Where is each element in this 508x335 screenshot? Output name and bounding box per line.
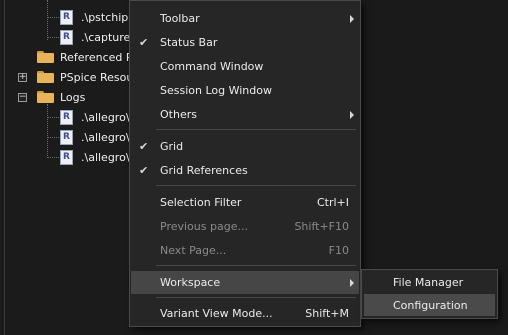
submenu-item-file-manager[interactable]: File Manager bbox=[364, 271, 495, 293]
menu-separator bbox=[156, 265, 356, 266]
tree-item-referenced[interactable]: Referenced P bbox=[37, 47, 133, 67]
tree-item-allegro[interactable]: R .\allegro\ bbox=[60, 127, 130, 147]
menu-item-label: Others bbox=[160, 108, 197, 121]
menu-item-command-window[interactable]: Command Window bbox=[131, 55, 359, 78]
menu-item-others[interactable]: Others bbox=[131, 103, 359, 126]
r-file-icon: R bbox=[60, 29, 73, 45]
tree-item-label: .\allegro\ bbox=[81, 110, 130, 124]
workspace-submenu: File Manager Configuration bbox=[361, 269, 498, 319]
checkmark-icon: ✔ bbox=[139, 164, 149, 177]
checkmark-icon: ✔ bbox=[139, 140, 149, 153]
menu-item-grid[interactable]: ✔ Grid bbox=[131, 135, 359, 158]
tree-item-label: Logs bbox=[60, 90, 86, 104]
menu-item-label: Grid References bbox=[160, 164, 248, 177]
project-tree: R .\pstchip.d R .\capture Referenced P +… bbox=[0, 0, 140, 335]
menu-separator bbox=[156, 129, 356, 130]
view-menu: Toolbar ✔ Status Bar Command Window Sess… bbox=[129, 0, 361, 327]
tree-border bbox=[4, 0, 5, 335]
menu-item-label: Toolbar bbox=[160, 12, 200, 25]
menu-item-shortcut: Shift+M bbox=[305, 307, 349, 320]
menu-item-label: Workspace bbox=[160, 276, 221, 289]
r-file-icon: R bbox=[60, 149, 73, 165]
submenu-item-label: File Manager bbox=[393, 275, 464, 289]
tree-item-capture[interactable]: R .\capture bbox=[60, 27, 130, 47]
tree-item-label: .\allegro\ bbox=[81, 130, 130, 144]
folder-icon bbox=[37, 51, 54, 63]
tree-item-label: .\capture bbox=[81, 30, 131, 44]
submenu-arrow-icon bbox=[350, 15, 354, 23]
tree-connector bbox=[47, 17, 59, 18]
submenu-arrow-icon bbox=[350, 111, 354, 119]
tree-connector bbox=[47, 137, 59, 138]
menu-item-label: Variant View Mode... bbox=[160, 307, 273, 320]
submenu-arrow-icon bbox=[350, 279, 354, 287]
folder-icon bbox=[37, 71, 54, 83]
tree-item-allegro[interactable]: R .\allegro\ bbox=[60, 107, 130, 127]
tree-item-label: PSpice Resou bbox=[60, 70, 134, 84]
expand-icon[interactable]: + bbox=[18, 73, 27, 82]
menu-item-shortcut: Ctrl+I bbox=[316, 196, 349, 209]
menu-item-label: Command Window bbox=[160, 60, 264, 73]
menu-item-grid-references[interactable]: ✔ Grid References bbox=[131, 159, 359, 182]
tree-item-label: Referenced P bbox=[60, 50, 133, 64]
r-file-icon: R bbox=[60, 129, 73, 145]
menu-separator bbox=[156, 297, 356, 298]
menu-separator bbox=[156, 185, 356, 186]
menu-item-label: Status Bar bbox=[160, 36, 218, 49]
menu-item-session-log-window[interactable]: Session Log Window bbox=[131, 79, 359, 102]
tree-item-pstchip[interactable]: R .\pstchip.d bbox=[60, 7, 139, 27]
menu-item-label: Grid bbox=[160, 140, 184, 153]
checkmark-icon: ✔ bbox=[139, 36, 149, 49]
tree-connector bbox=[47, 0, 48, 40]
r-file-icon: R bbox=[60, 9, 73, 25]
menu-item-next-page: Next Page... F10 bbox=[131, 239, 359, 262]
tree-connector bbox=[47, 157, 59, 158]
menu-item-label: Session Log Window bbox=[160, 84, 272, 97]
menu-item-workspace[interactable]: Workspace bbox=[131, 271, 359, 294]
r-file-icon: R bbox=[60, 109, 73, 125]
tree-item-label: .\allegro\ bbox=[81, 150, 130, 164]
collapse-icon[interactable]: − bbox=[18, 93, 27, 102]
tree-connector bbox=[47, 104, 48, 158]
menu-item-label: Next Page... bbox=[160, 244, 227, 257]
menu-item-shortcut: F10 bbox=[328, 244, 349, 257]
menu-item-selection-filter[interactable]: Selection Filter Ctrl+I bbox=[131, 191, 359, 214]
menu-item-label: Previous page... bbox=[160, 220, 248, 233]
tree-item-allegro[interactable]: R .\allegro\ bbox=[60, 147, 130, 167]
folder-icon bbox=[37, 91, 54, 103]
menu-item-label: Selection Filter bbox=[160, 196, 242, 209]
tree-item-pspice-resources[interactable]: PSpice Resou bbox=[37, 67, 133, 87]
menu-item-toolbar[interactable]: Toolbar bbox=[131, 7, 359, 30]
menu-item-variant-view-mode[interactable]: Variant View Mode... Shift+M bbox=[131, 302, 359, 325]
menu-item-previous-page: Previous page... Shift+F10 bbox=[131, 215, 359, 238]
submenu-item-configuration[interactable]: Configuration bbox=[364, 294, 495, 316]
tree-connector bbox=[47, 37, 59, 38]
tree-item-logs[interactable]: Logs bbox=[37, 87, 85, 107]
submenu-item-label: Configuration bbox=[393, 298, 468, 312]
menu-item-shortcut: Shift+F10 bbox=[294, 220, 349, 233]
menu-item-status-bar[interactable]: ✔ Status Bar bbox=[131, 31, 359, 54]
tree-connector bbox=[47, 117, 59, 118]
